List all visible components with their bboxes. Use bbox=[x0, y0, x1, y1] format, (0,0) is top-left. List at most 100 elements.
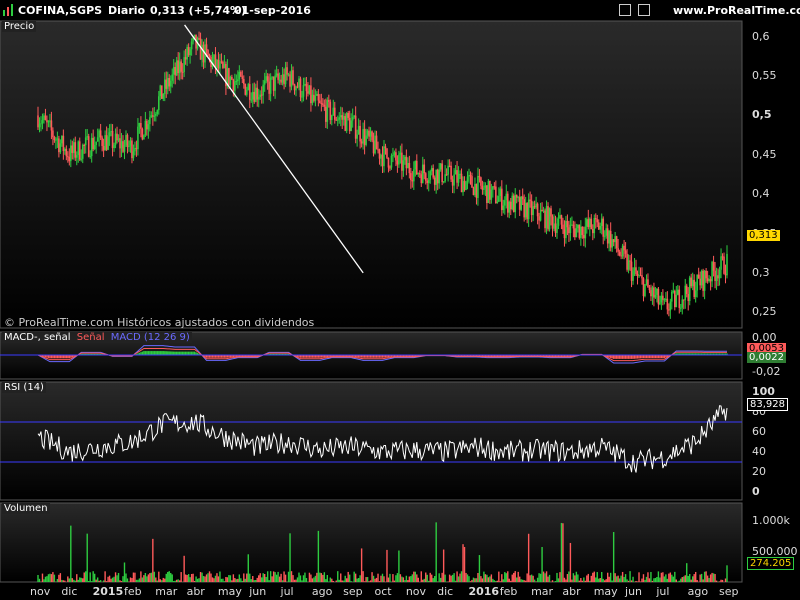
volume-bar bbox=[71, 578, 74, 582]
volume-bar bbox=[211, 577, 214, 582]
date: 01-sep-2016 bbox=[234, 4, 311, 17]
price-candle bbox=[174, 67, 177, 76]
x-tick-label: nov bbox=[30, 585, 51, 598]
price-candle bbox=[554, 223, 557, 233]
volume-bar bbox=[460, 571, 463, 582]
volume-bar bbox=[222, 578, 224, 582]
volume-bar bbox=[435, 522, 437, 582]
volume-bar bbox=[226, 577, 229, 582]
volume-bar bbox=[717, 581, 719, 582]
price-candle bbox=[665, 298, 667, 300]
volume-bar bbox=[253, 580, 255, 582]
price-candle bbox=[184, 57, 187, 60]
price-candle bbox=[104, 135, 106, 151]
rsi-tick-label: 100 bbox=[752, 385, 775, 398]
volume-bar bbox=[329, 577, 332, 582]
volume-bar bbox=[74, 580, 76, 582]
price-candle bbox=[183, 57, 185, 72]
volume-bar bbox=[450, 575, 452, 582]
volume-bar bbox=[508, 578, 510, 582]
volume-bar bbox=[726, 565, 728, 582]
price-candle bbox=[407, 163, 409, 169]
volume-bar bbox=[337, 571, 339, 582]
price-candle bbox=[411, 180, 414, 182]
volume-bar bbox=[468, 576, 470, 582]
price-candle bbox=[465, 181, 467, 190]
rsi-tick-label: 40 bbox=[752, 445, 766, 458]
price-panel-label: Precio bbox=[2, 21, 37, 32]
volume-bar bbox=[577, 574, 579, 582]
price-candle bbox=[565, 220, 567, 239]
volume-bar bbox=[277, 571, 279, 582]
price-candle bbox=[559, 215, 561, 219]
volume-bar bbox=[615, 576, 618, 582]
price-candle bbox=[451, 179, 454, 186]
price-candle bbox=[274, 75, 276, 91]
volume-bar bbox=[86, 533, 88, 582]
volume-bar bbox=[718, 581, 721, 582]
volume-bar bbox=[269, 571, 272, 582]
maximize-icon[interactable] bbox=[638, 4, 650, 16]
volume-bar bbox=[699, 574, 701, 582]
price-candle bbox=[137, 126, 139, 150]
volume-bar bbox=[566, 574, 569, 582]
volume-bar bbox=[663, 576, 666, 582]
volume-bar bbox=[402, 577, 405, 582]
price-candle bbox=[248, 84, 251, 100]
volume-bar bbox=[213, 578, 215, 582]
price-candle bbox=[141, 128, 144, 140]
site-link[interactable]: www.ProRealTime.com bbox=[673, 4, 800, 17]
price-candle bbox=[508, 201, 511, 213]
volume-bar bbox=[438, 573, 440, 582]
x-tick-label: oct bbox=[374, 585, 392, 598]
price-candle bbox=[463, 180, 466, 190]
price-candle bbox=[596, 219, 599, 223]
minimize-icon[interactable] bbox=[619, 4, 632, 16]
price-candle bbox=[293, 84, 296, 91]
price-candle bbox=[150, 115, 153, 118]
price-candle bbox=[703, 270, 706, 291]
volume-panel bbox=[0, 502, 743, 583]
x-tick-label: feb bbox=[123, 585, 142, 598]
volume-bar bbox=[52, 572, 54, 582]
price-candle bbox=[493, 186, 496, 188]
volume-bar bbox=[256, 577, 258, 582]
price-candle bbox=[275, 73, 278, 76]
volume-bar bbox=[715, 580, 718, 582]
price-candle bbox=[92, 137, 94, 150]
price-candle bbox=[532, 206, 534, 216]
price-candle bbox=[486, 185, 488, 204]
price-candle bbox=[717, 275, 719, 279]
volume-bar bbox=[341, 580, 343, 582]
volume-bar bbox=[298, 572, 300, 582]
price-candle bbox=[414, 160, 417, 170]
volume-bar bbox=[147, 574, 150, 582]
volume-bar bbox=[465, 572, 467, 582]
volume-bar bbox=[67, 576, 69, 582]
volume-bar bbox=[545, 571, 548, 582]
volume-bar bbox=[620, 575, 622, 582]
volume-bar bbox=[505, 573, 507, 582]
macd-histogram-bar bbox=[629, 355, 631, 359]
volume-bar bbox=[363, 581, 366, 582]
price-candle bbox=[77, 141, 80, 156]
price-candle bbox=[372, 140, 375, 154]
price-candle bbox=[98, 130, 100, 138]
price-candle bbox=[638, 275, 640, 277]
volume-bar bbox=[453, 573, 455, 582]
volume-bar bbox=[530, 574, 533, 582]
volume-bar bbox=[551, 580, 554, 582]
volume-bar bbox=[514, 571, 516, 582]
volume-bar bbox=[243, 573, 245, 582]
price-candle bbox=[524, 203, 527, 218]
price-candle bbox=[577, 224, 579, 229]
price-candle bbox=[471, 176, 473, 188]
price-candle bbox=[429, 171, 432, 180]
volume-bar bbox=[526, 573, 528, 582]
price-candle bbox=[175, 60, 178, 76]
price-candle bbox=[514, 195, 517, 213]
volume-bar bbox=[314, 575, 317, 582]
price-candle bbox=[238, 71, 241, 80]
price-candle bbox=[298, 78, 300, 88]
price-candle bbox=[271, 76, 273, 78]
